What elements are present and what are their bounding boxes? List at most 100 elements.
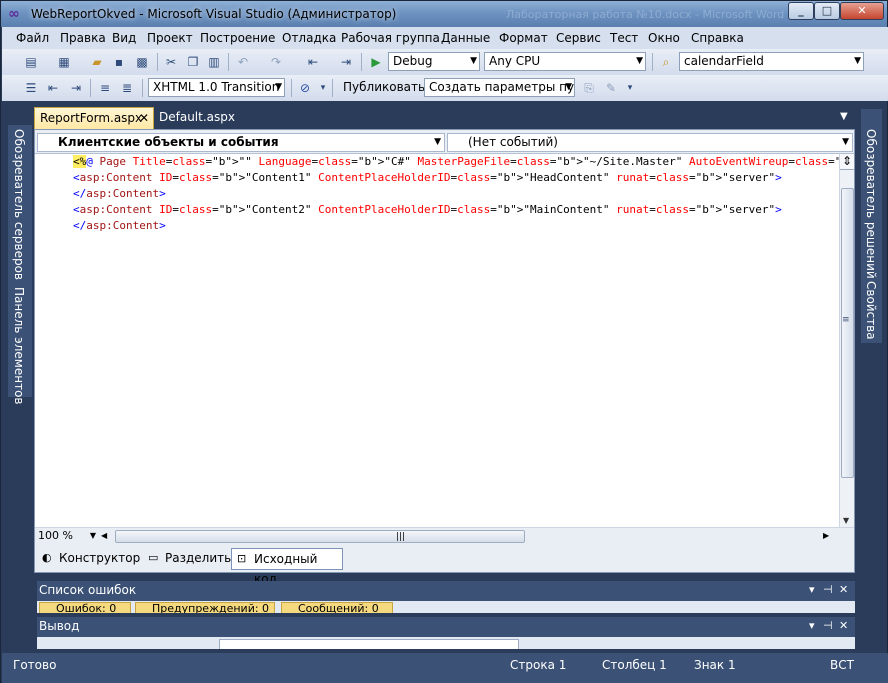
horizontal-bar: 100 % ▼ ◀ ||| ▶ <box>35 527 854 544</box>
menu-test[interactable]: Тест <box>610 31 638 45</box>
uncomment-icon[interactable]: ≣ <box>119 80 135 96</box>
menu-window[interactable]: Окно <box>648 31 680 45</box>
open-folder-icon[interactable]: ▰ <box>89 54 105 70</box>
indent-icon[interactable]: ⇥ <box>68 80 84 96</box>
tab-default[interactable]: Default.aspx <box>154 107 235 129</box>
split-handle-icon[interactable]: ⇕ <box>840 154 854 170</box>
errors-filter-button[interactable]: Ошибок: 0 <box>39 602 131 613</box>
maximize-button[interactable]: □ <box>814 2 840 20</box>
menu-project[interactable]: Проект <box>147 31 193 45</box>
tab-label: Default.aspx <box>159 110 235 124</box>
redo-icon[interactable]: ↷ <box>268 54 284 70</box>
publish-settings-combo[interactable]: Создать параметры пуб ▼ <box>424 78 575 97</box>
cut-icon[interactable]: ✂ <box>163 54 179 70</box>
solution-configuration-combo[interactable]: Debug ▼ <box>388 52 480 71</box>
format-document-icon[interactable]: ☰ <box>23 80 39 96</box>
publish-web-icon[interactable]: ⎘ <box>581 80 597 96</box>
tab-reportform[interactable]: ReportForm.aspx ✕ <box>34 107 154 129</box>
chevron-down-icon[interactable]: ▼ <box>840 111 848 122</box>
menu-build[interactable]: Построение <box>200 31 275 45</box>
events-value: (Нет событий) <box>468 135 558 149</box>
minimize-button[interactable]: _ <box>788 2 814 20</box>
menu-team[interactable]: Рабочая группа <box>341 31 440 45</box>
undo-icon[interactable]: ↶ <box>235 54 251 70</box>
copy-icon[interactable]: ❐ <box>185 54 201 70</box>
title-bar[interactable]: ∞ WebReportOkved - Microsoft Visual Stud… <box>1 1 887 27</box>
right-tool-strip: Обозреватель решений Свойства <box>861 109 882 343</box>
zoom-combo[interactable]: 100 % ▼ <box>38 529 96 544</box>
close-tab-icon[interactable]: ✕ <box>139 108 149 128</box>
tab-split[interactable]: ▭ Разделить <box>143 548 231 570</box>
source-code-area[interactable]: <%@ Page Title=class="b">"" Language=cla… <box>35 154 839 527</box>
messages-filter-button[interactable]: Сообщений: 0 <box>281 602 393 613</box>
panel-menu-icon[interactable]: ▾ <box>809 583 815 596</box>
new-project-icon[interactable]: ▤ <box>23 54 39 70</box>
close-icon[interactable]: ✕ <box>839 583 848 596</box>
doctype-combo[interactable]: XHTML 1.0 Transition ▼ <box>148 78 285 97</box>
tab-design[interactable]: ◐ Конструктор <box>37 548 140 570</box>
menu-view[interactable]: Вид <box>112 31 136 45</box>
warnings-filter-button[interactable]: Предупреждений: 0 <box>135 602 275 613</box>
menu-format[interactable]: Формат <box>499 31 548 45</box>
events-combo[interactable]: (Нет событий) ▼ <box>447 133 853 152</box>
scroll-left-icon[interactable]: ◀ <box>101 531 107 540</box>
solution-explorer-tab[interactable]: Обозреватель решений <box>864 129 878 279</box>
scroll-down-icon[interactable]: ▼ <box>843 516 849 525</box>
find-in-files-icon[interactable]: ⌕ <box>658 54 674 70</box>
scroll-right-icon[interactable]: ▶ <box>823 531 829 540</box>
tab-design-label: Конструктор <box>59 551 141 565</box>
view-tabs: ◐ Конструктор ▭ Разделить ⊡ Исходный код <box>35 544 854 586</box>
chevron-down-icon[interactable]: ▾ <box>622 80 638 96</box>
code-line[interactable]: <%@ Page Title=class="b">"" Language=cla… <box>73 154 839 170</box>
chevron-down-icon: ▼ <box>565 82 572 92</box>
start-debugging-icon[interactable]: ▶ <box>368 54 384 70</box>
menu-file[interactable]: Файл <box>16 31 49 45</box>
horizontal-scroll-thumb[interactable]: ||| <box>115 530 525 543</box>
add-item-icon[interactable]: ▦ <box>56 54 72 70</box>
navigate-forward-icon[interactable]: ⇥ <box>338 54 354 70</box>
status-line: Строка 1 <box>510 658 567 672</box>
panel-menu-icon[interactable]: ▾ <box>809 619 815 632</box>
menu-tools[interactable]: Сервис <box>556 31 601 45</box>
comment-icon[interactable]: ≡ <box>97 80 113 96</box>
menu-edit[interactable]: Правка <box>60 31 106 45</box>
find-value: calendarField <box>684 54 764 68</box>
validation-icon[interactable]: ⊘ <box>297 80 313 96</box>
chevron-down-icon: ▼ <box>434 137 441 147</box>
chevron-down-icon[interactable]: ▾ <box>315 80 331 96</box>
code-line[interactable]: </asp:Content> <box>73 218 839 234</box>
code-line[interactable]: <asp:Content ID=class="b">"Content1" Con… <box>73 170 839 186</box>
pin-icon[interactable]: ⊣ <box>823 583 833 596</box>
toolbar-separator <box>652 53 653 71</box>
navigate-backward-icon[interactable]: ⇤ <box>305 54 321 70</box>
publish-settings-icon[interactable]: ✎ <box>603 80 619 96</box>
toolbar-separator <box>332 79 333 97</box>
scroll-thumb[interactable] <box>841 188 854 478</box>
objects-combo[interactable]: Клиентские объекты и события ▼ <box>37 133 445 152</box>
solution-platform-combo[interactable]: Any CPU ▼ <box>484 52 646 71</box>
menu-data[interactable]: Данные <box>441 31 490 45</box>
outdent-icon[interactable]: ⇤ <box>45 80 61 96</box>
toolbox-tab[interactable]: Панель элементов <box>12 287 26 405</box>
toolbar-separator <box>157 53 158 71</box>
pin-icon[interactable]: ⊣ <box>823 619 833 632</box>
code-line[interactable]: </asp:Content> <box>73 186 839 202</box>
save-icon[interactable]: ▪ <box>111 54 127 70</box>
close-icon[interactable]: ✕ <box>839 619 848 632</box>
vertical-scrollbar[interactable]: ⇕ ≡ ▼ <box>839 154 854 527</box>
menu-help[interactable]: Справка <box>691 31 744 45</box>
output-source-combo[interactable] <box>219 639 519 649</box>
server-explorer-tab[interactable]: Обозреватель серверов <box>12 129 26 280</box>
paste-icon[interactable]: ▥ <box>206 54 222 70</box>
find-combo[interactable]: calendarField ▼ <box>679 52 864 71</box>
save-all-icon[interactable]: ▩ <box>134 54 150 70</box>
grip-icon: ≡ <box>842 315 850 325</box>
publish-settings-value: Создать параметры пуб <box>429 80 575 94</box>
grip-icon: ||| <box>396 532 406 542</box>
close-button[interactable]: ✕ <box>840 2 884 20</box>
tab-source[interactable]: ⊡ Исходный код <box>231 548 343 586</box>
menu-debug[interactable]: Отладка <box>282 31 336 45</box>
code-line[interactable]: <asp:Content ID=class="b">"Content2" Con… <box>73 202 839 218</box>
properties-tab[interactable]: Свойства <box>864 281 878 340</box>
toolbar-separator <box>291 79 292 97</box>
